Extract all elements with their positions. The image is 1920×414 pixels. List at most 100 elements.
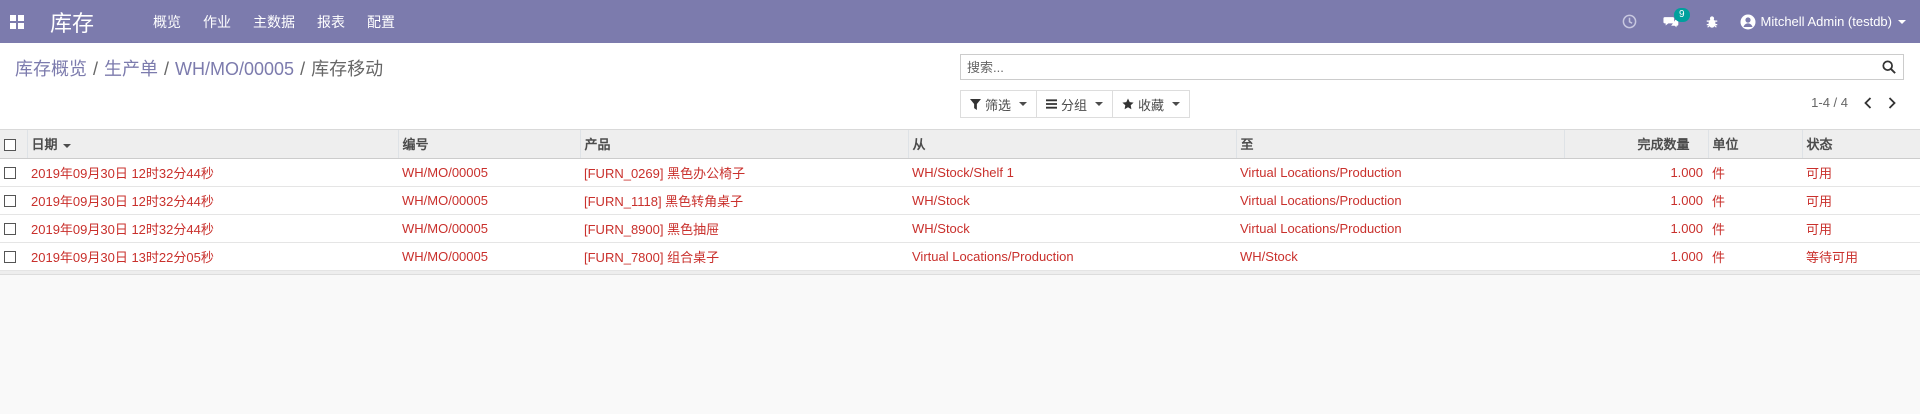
favorites-label: 收藏 [1138, 97, 1165, 113]
user-caret-icon [1898, 19, 1906, 24]
row-checkbox[interactable] [4, 251, 16, 264]
user-avatar-icon [1740, 14, 1755, 29]
search-bar [960, 54, 1904, 80]
table-row[interactable]: 2019年09月30日 12时32分44秒 WH/MO/00005 [FURN_… [0, 186, 1920, 215]
cell-date[interactable]: 2019年09月30日 12时32分44秒 [27, 186, 398, 215]
select-all-checkbox[interactable] [4, 138, 16, 151]
cell-qty-done[interactable]: 1.000 [1564, 242, 1708, 271]
cell-qty-done[interactable]: 1.000 [1564, 158, 1708, 187]
cell-date[interactable]: 2019年09月30日 13时22分05秒 [27, 242, 398, 271]
breadcrumb: 库存概览 / 生产单 / WH/MO/00005/库存移动 [15, 55, 383, 81]
column-header-from[interactable]: 从 [907, 130, 1236, 159]
user-menu[interactable]: Mitchell Admin (testdb) [1732, 14, 1920, 30]
star-icon [1122, 98, 1134, 110]
filters-button[interactable]: 筛选 [960, 90, 1038, 118]
user-name: Mitchell Admin (testdb) [1760, 14, 1893, 29]
cell-state[interactable]: 可用 [1802, 186, 1920, 215]
control-panel: 库存概览/生产单/WH/MO/00005/库存移动 筛选 分组 收藏 1-4 /… [0, 43, 1920, 130]
column-header-product[interactable]: 产品 [579, 130, 908, 159]
cell-reference[interactable]: WH/MO/00005 [398, 158, 580, 187]
cell-product[interactable]: [FURN_1118] 黑色转角桌子 [580, 186, 908, 215]
row-checkbox-cell [0, 242, 27, 271]
cell-date[interactable]: 2019年09月30日 12时32分44秒 [27, 158, 398, 187]
select-all-checkbox-cell [0, 130, 27, 159]
cell-from[interactable]: WH/Stock [908, 186, 1236, 215]
caret-down-icon [1172, 102, 1181, 106]
cell-product[interactable]: [FURN_8900] 黑色抽屉 [580, 214, 908, 243]
caret-down-icon [1095, 102, 1104, 106]
group-by-label: 分组 [1061, 97, 1088, 113]
filters-label: 筛选 [985, 97, 1012, 113]
cell-uom[interactable]: 件 [1708, 158, 1802, 187]
breadcrumb-separator: / [164, 59, 170, 79]
cell-from[interactable]: Virtual Locations/Production [908, 242, 1236, 271]
cell-qty-done[interactable]: 1.000 [1564, 186, 1708, 215]
pager-previous-icon[interactable] [1864, 96, 1872, 109]
cell-to[interactable]: Virtual Locations/Production [1236, 214, 1564, 243]
cell-from[interactable]: WH/Stock [908, 214, 1236, 243]
column-header-date[interactable]: 日期 [26, 130, 398, 159]
column-header-state[interactable]: 状态 [1801, 130, 1920, 159]
top-navbar: 库存 概览 作业 主数据 报表 配置 9 Mitchell Admin (tes… [0, 0, 1920, 43]
column-header-to[interactable]: 至 [1235, 130, 1564, 159]
app-title[interactable]: 库存 [50, 6, 94, 38]
breadcrumb-production-orders[interactable]: 生产单 [104, 59, 158, 79]
cell-to[interactable]: Virtual Locations/Production [1236, 158, 1564, 187]
search-input[interactable] [961, 56, 1875, 78]
messages-icon[interactable]: 9 [1650, 7, 1692, 29]
stock-moves-table: 日期 编号 产品 从 至 完成数量 单位 状态 2019年09月30日 12时3… [0, 130, 1920, 271]
row-checkbox[interactable] [4, 195, 16, 208]
breadcrumb-inventory-overview[interactable]: 库存概览 [15, 59, 87, 79]
cell-reference[interactable]: WH/MO/00005 [398, 242, 580, 271]
debug-bug-icon[interactable] [1692, 15, 1732, 29]
cell-date[interactable]: 2019年09月30日 12时32分44秒 [27, 214, 398, 243]
messages-count-badge: 9 [1673, 7, 1690, 22]
pager-next-icon[interactable] [1888, 96, 1896, 109]
cell-product[interactable]: [FURN_0269] 黑色办公椅子 [580, 158, 908, 187]
cell-qty-done[interactable]: 1.000 [1564, 214, 1708, 243]
sort-desc-icon [62, 143, 71, 148]
cell-reference[interactable]: WH/MO/00005 [398, 214, 580, 243]
row-checkbox-cell [0, 214, 27, 243]
systray: 9 Mitchell Admin (testdb) [1609, 0, 1920, 43]
cell-state[interactable]: 可用 [1802, 214, 1920, 243]
column-header-reference[interactable]: 编号 [397, 130, 580, 159]
menu-item-overview[interactable]: 概览 [142, 12, 192, 32]
row-checkbox-cell [0, 158, 27, 187]
cell-from[interactable]: WH/Stock/Shelf 1 [908, 158, 1236, 187]
row-checkbox[interactable] [4, 223, 16, 236]
cell-reference[interactable]: WH/MO/00005 [398, 186, 580, 215]
cell-uom[interactable]: 件 [1708, 186, 1802, 215]
pager-value[interactable]: 1-4 / 4 [1811, 95, 1848, 110]
cell-uom[interactable]: 件 [1708, 242, 1802, 271]
column-header-uom[interactable]: 单位 [1707, 130, 1802, 159]
cell-product[interactable]: [FURN_7800] 组合桌子 [580, 242, 908, 271]
row-checkbox[interactable] [4, 167, 16, 180]
filter-icon [970, 98, 981, 110]
table-footer [0, 270, 1920, 275]
main-menu: 概览 作业 主数据 报表 配置 [142, 12, 406, 32]
column-header-qty-done[interactable]: 完成数量 [1563, 130, 1708, 159]
menu-item-configuration[interactable]: 配置 [356, 12, 406, 32]
group-by-button[interactable]: 分组 [1036, 90, 1114, 118]
table-row[interactable]: 2019年09月30日 13时22分05秒 WH/MO/00005 [FURN_… [0, 242, 1920, 271]
apps-menu-icon[interactable] [10, 14, 24, 29]
cell-state[interactable]: 可用 [1802, 158, 1920, 187]
cell-state[interactable]: 等待可用 [1802, 242, 1920, 271]
menu-item-reporting[interactable]: 报表 [306, 12, 356, 32]
search-icon[interactable] [1875, 60, 1903, 74]
activity-clock-icon[interactable] [1609, 14, 1650, 29]
row-checkbox-cell [0, 186, 27, 215]
cell-to[interactable]: Virtual Locations/Production [1236, 186, 1564, 215]
menu-item-operations[interactable]: 作业 [192, 12, 242, 32]
cell-to[interactable]: WH/Stock [1236, 242, 1564, 271]
breadcrumb-current: 库存移动 [311, 59, 384, 79]
favorites-button[interactable]: 收藏 [1112, 90, 1191, 118]
cell-uom[interactable]: 件 [1708, 214, 1802, 243]
pager: 1-4 / 4 [1811, 95, 1896, 110]
table-row[interactable]: 2019年09月30日 12时32分44秒 WH/MO/00005 [FURN_… [0, 214, 1920, 243]
table-header-row: 日期 编号 产品 从 至 完成数量 单位 状态 [0, 130, 1920, 159]
table-row[interactable]: 2019年09月30日 12时32分44秒 WH/MO/00005 [FURN_… [0, 158, 1920, 187]
menu-item-master-data[interactable]: 主数据 [242, 12, 306, 32]
breadcrumb-mo-record[interactable]: WH/MO/00005 [175, 59, 294, 79]
